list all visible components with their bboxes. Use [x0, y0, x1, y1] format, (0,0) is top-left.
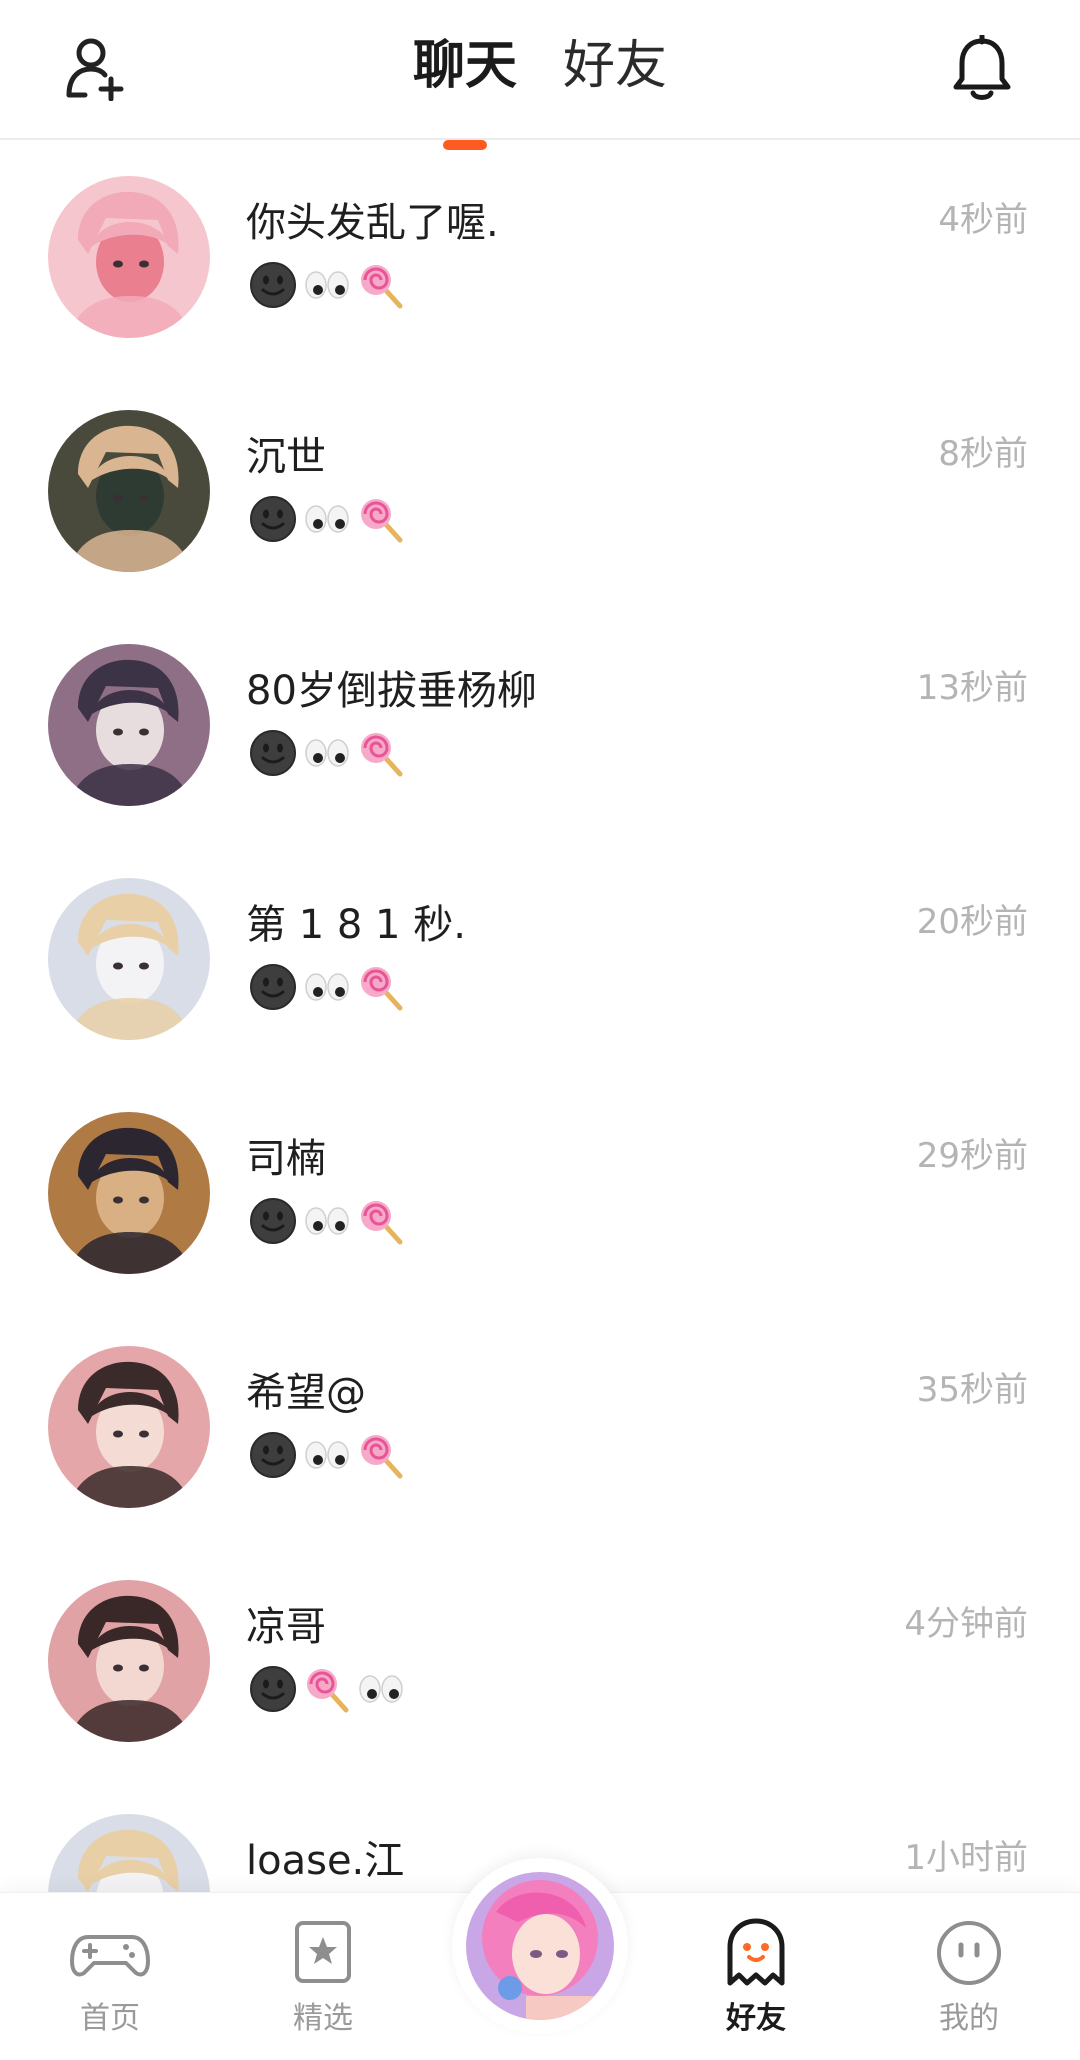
chat-timestamp: 20秒前: [916, 902, 1028, 942]
eyes-emoji-icon: [302, 260, 352, 310]
dark-face-emoji-icon: [248, 260, 298, 310]
chat-list: 你头发乱了喔. 4秒前沉世 8秒前 80岁倒拔垂杨柳 13秒前第 1 8 1 秒. 20秒…: [0, 142, 1080, 1892]
last-message-preview: [248, 1664, 406, 1714]
nav-home-label: 首页: [80, 2001, 140, 2036]
avatar[interactable]: [48, 644, 210, 806]
gamepad-icon: [70, 1917, 150, 1989]
chat-name: 沉世: [246, 434, 326, 480]
last-message-preview: [248, 1430, 406, 1480]
eyes-emoji-icon: [302, 728, 352, 778]
chat-row[interactable]: 沉世 8秒前: [0, 376, 1080, 610]
center-avatar-button[interactable]: [466, 1872, 614, 2020]
chat-timestamp: 8秒前: [938, 434, 1028, 474]
dark-face-emoji-icon: [248, 728, 298, 778]
chat-name: loase.江: [246, 1838, 405, 1884]
last-message-preview: [248, 962, 406, 1012]
nav-friends-label: 好友: [726, 1993, 786, 2043]
avatar[interactable]: [48, 1580, 210, 1742]
chat-row[interactable]: 希望@ 35秒前: [0, 1312, 1080, 1546]
eyes-emoji-icon: [302, 962, 352, 1012]
lollipop-emoji-icon: [356, 1196, 406, 1246]
lollipop-emoji-icon: [356, 494, 406, 544]
eyes-emoji-icon: [302, 1196, 352, 1246]
lollipop-emoji-icon: [356, 1430, 406, 1480]
notifications-button[interactable]: [944, 30, 1020, 106]
star-bookmark-icon: [283, 1917, 363, 1989]
tab-friends-label: 好友: [563, 36, 668, 96]
ghost-icon: [716, 1917, 796, 1989]
dark-face-emoji-icon: [248, 1664, 298, 1714]
avatar[interactable]: [48, 1814, 210, 1892]
chat-row[interactable]: 司楠 29秒前: [0, 1078, 1080, 1312]
chat-row[interactable]: 凉哥 4分钟前: [0, 1546, 1080, 1780]
tab-chat-label: 聊天: [412, 36, 517, 96]
eyes-emoji-icon: [302, 494, 352, 544]
chat-timestamp: 1小时前: [904, 1838, 1028, 1878]
avatar[interactable]: [48, 176, 210, 338]
chat-name: 司楠: [246, 1136, 326, 1182]
lollipop-emoji-icon: [302, 1664, 352, 1714]
chat-row[interactable]: 你头发乱了喔. 4秒前: [0, 142, 1080, 376]
tab-friends[interactable]: 好友: [563, 26, 667, 126]
last-message-preview: [248, 260, 406, 310]
nav-profile[interactable]: 我的: [899, 1917, 1039, 2047]
chat-name: 希望@: [246, 1370, 366, 1416]
top-header: 聊天 好友: [0, 0, 1080, 150]
header-tabs: 聊天 好友: [0, 26, 1080, 150]
last-message-preview: [248, 1196, 406, 1246]
chat-timestamp: 35秒前: [916, 1370, 1028, 1410]
tab-chat[interactable]: 聊天: [412, 26, 517, 150]
chat-row[interactable]: 第 1 8 1 秒. 20秒前: [0, 844, 1080, 1078]
dark-face-emoji-icon: [248, 494, 298, 544]
eyes-emoji-icon: [302, 1430, 352, 1480]
chat-name: 第 1 8 1 秒.: [246, 902, 466, 948]
chat-name: 80岁倒拔垂杨柳: [246, 668, 537, 714]
nav-featured[interactable]: 精选: [253, 1917, 393, 2047]
nav-friends[interactable]: 好友: [686, 1917, 826, 2047]
last-message-preview: [248, 494, 406, 544]
chat-timestamp: 29秒前: [916, 1136, 1028, 1176]
chat-name: 你头发乱了喔.: [246, 200, 499, 246]
eyes-emoji-icon: [356, 1664, 406, 1714]
last-message-preview: [248, 728, 406, 778]
dark-face-emoji-icon: [248, 1430, 298, 1480]
lollipop-emoji-icon: [356, 728, 406, 778]
avatar[interactable]: [48, 1112, 210, 1274]
lollipop-emoji-icon: [356, 962, 406, 1012]
nav-featured-label: 精选: [293, 2001, 353, 2036]
bell-icon: [953, 35, 1011, 100]
chat-timestamp: 4秒前: [938, 200, 1028, 240]
smiley-icon: [929, 1917, 1009, 1989]
nav-profile-label: 我的: [939, 2001, 999, 2036]
avatar[interactable]: [48, 1346, 210, 1508]
avatar[interactable]: [48, 410, 210, 572]
dark-face-emoji-icon: [248, 1196, 298, 1246]
nav-friends-text: 好友: [726, 2001, 786, 2036]
chat-timestamp: 13秒前: [916, 668, 1028, 708]
nav-home[interactable]: 首页: [40, 1917, 180, 2047]
chat-row[interactable]: 80岁倒拔垂杨柳 13秒前: [0, 610, 1080, 844]
lollipop-emoji-icon: [356, 260, 406, 310]
chat-name: 凉哥: [246, 1604, 326, 1650]
chat-timestamp: 4分钟前: [904, 1604, 1028, 1644]
dark-face-emoji-icon: [248, 962, 298, 1012]
avatar[interactable]: [48, 878, 210, 1040]
center-avatar-image: [466, 1872, 614, 2020]
